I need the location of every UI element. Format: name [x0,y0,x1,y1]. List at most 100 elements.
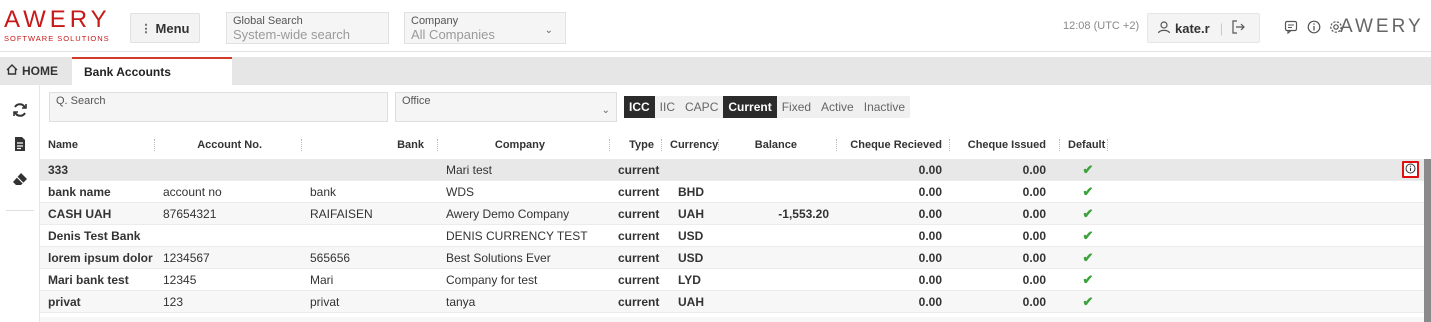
chip-fixed[interactable]: Fixed [777,96,816,118]
cell-currency [662,159,719,181]
table-row[interactable]: bank name account no bank WDS current BHD 0.00… [40,181,1424,203]
cell-type: current [618,251,660,265]
cell-balance [719,225,837,247]
cell-cheque-issued: 0.00 [1022,185,1046,199]
table-row[interactable]: privat 123 privat tanya current UAH 0.00 0.00 ✔ [40,291,1424,313]
column-header-company[interactable]: Company [438,131,610,159]
column-header-default[interactable]: Default [1060,131,1108,159]
cell-type: current [618,229,660,243]
chat-icon[interactable] [1283,20,1299,36]
cell-cheque-issued: 0.00 [1022,251,1046,265]
cell-currency: LYD [678,273,701,287]
search-label: Q. Search [56,95,106,107]
cell-name: Denis Test Bank [48,229,141,243]
default-check-icon: ✔ [1082,206,1094,221]
cell-bank: bank [310,185,337,199]
tab-bank-accounts[interactable]: Bank Accounts [72,57,232,85]
logo-subtitle: SOFTWARE SOLUTIONS [4,34,110,43]
global-search-label: Global Search [233,15,303,27]
column-header-cheque-received[interactable]: Cheque Recieved [837,131,950,159]
cell-name: Mari bank test [48,273,129,287]
logout-icon[interactable] [1231,19,1246,37]
cell-balance [719,269,837,291]
eraser-icon[interactable] [11,172,29,190]
cell-name: lorem ipsum dolor [48,251,153,265]
chip-capc[interactable]: CAPC [680,96,723,118]
table-row[interactable]: 333 Mari test current 0.00 0.00 ✔ [40,159,1424,181]
tab-bank-accounts-label: Bank Accounts [84,65,171,79]
chip-icc[interactable]: ICC [624,96,655,118]
chip-active[interactable]: Active [816,96,859,118]
cell-balance: -1,553.20 [778,207,829,221]
cell-balance [719,181,837,203]
chip-inactive[interactable]: Inactive [859,96,910,118]
tab-home-label: HOME [22,64,58,78]
cell-currency: USD [678,251,704,265]
filter-chips: ICC IIC CAPC Current Fixed Active Inacti… [624,96,911,118]
cell-account-no: 87654321 [163,207,217,221]
user-icon [1157,20,1171,37]
default-check-icon: ✔ [1082,184,1094,199]
cell-bank [302,225,438,247]
cell-bank [302,159,438,181]
chevron-down-icon: ⌄ [601,105,610,116]
cell-currency: BHD [678,185,704,199]
awery-logo[interactable]: AWERY SOFTWARE SOLUTIONS [4,8,114,44]
timezone-clock: 12:08 (UTC +2) [1063,20,1140,32]
office-select[interactable]: Office ⌄ [395,92,617,122]
cell-cheque-issued: 0.00 [1022,229,1046,243]
chip-iic[interactable]: IIC [655,96,680,118]
default-check-icon: ✔ [1082,162,1094,177]
search-input[interactable]: Q. Search [49,92,388,122]
table-row[interactable]: lorem ipsum dolor 1234567 565656 Best Solut… [40,247,1424,269]
vertical-scrollbar[interactable] [1424,159,1431,322]
cell-account-no: 12345 [163,273,197,287]
refresh-icon[interactable] [11,102,29,120]
column-header-account-no[interactable]: Account No. [155,131,302,159]
brand-wordmark: AWERY [1340,16,1424,37]
default-check-icon: ✔ [1082,272,1094,287]
info-icon[interactable] [1306,20,1322,36]
chip-current[interactable]: Current [723,96,777,118]
cell-name: CASH UAH [48,207,112,221]
cell-cheque-received: 0.00 [918,163,942,177]
cell-cheque-received: 0.00 [918,229,942,243]
cell-cheque-received: 0.00 [918,295,942,309]
table-row[interactable]: Mari bank test 12345 Mari Company for test c… [40,269,1424,291]
cell-balance [719,247,837,269]
default-check-icon: ✔ [1082,250,1094,265]
cell-account-no [155,159,302,181]
table-row-partial [40,317,1424,322]
column-header-cheque-issued[interactable]: Cheque Issued [950,131,1060,159]
document-icon[interactable] [11,136,29,154]
cell-account-no: account no [163,185,222,199]
row-info-icon[interactable] [1402,161,1419,178]
table-row[interactable]: Denis Test Bank DENIS CURRENCY TEST curren… [40,225,1424,247]
table-row[interactable]: CASH UAH 87654321 RAIFAISEN Awery Demo Comp… [40,203,1424,225]
cell-company: Mari test [446,163,493,177]
cell-account-no: 1234567 [163,251,210,265]
menu-button[interactable]: ⋮ Menu [130,13,200,43]
home-icon [6,64,18,78]
cell-balance [719,291,837,313]
column-header-bank[interactable]: Bank [302,131,438,159]
global-search-input[interactable]: Global Search System-wide search [226,12,389,44]
cell-company: Company for test [446,273,538,287]
toolbar-divider [6,210,34,211]
column-header-balance[interactable]: Balance [719,131,837,159]
tab-home[interactable]: HOME [0,57,64,85]
company-select[interactable]: Company All Companies ⌄ [404,12,566,44]
cell-type: current [618,273,660,287]
cell-name: bank name [48,185,111,199]
column-header-type[interactable]: Type [610,131,662,159]
column-header-name[interactable]: Name [40,131,155,159]
cell-cheque-received: 0.00 [918,207,942,221]
cell-name: privat [48,295,81,309]
cell-cheque-issued: 0.00 [1022,163,1046,177]
cell-cheque-issued: 0.00 [1022,295,1046,309]
cell-bank: privat [310,295,340,309]
menu-label: Menu [155,20,190,36]
cell-account-no [155,225,302,247]
user-menu-button[interactable]: kate.r | [1147,13,1260,43]
column-header-currency[interactable]: Currency [662,131,719,159]
